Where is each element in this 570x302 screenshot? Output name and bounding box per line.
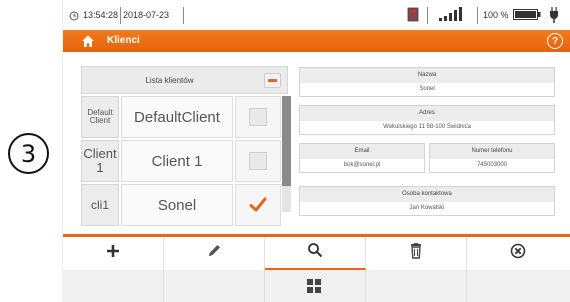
bottom-bar-cell [164,270,265,302]
battery-percent: 100 % [483,10,509,20]
select-cell[interactable] [235,140,281,182]
phone-label: Numer telefonu [430,144,554,159]
scrollbar-thumb[interactable] [282,96,291,186]
email-field[interactable]: Email bok@sonel.pl [299,143,425,173]
device-screen: 13:54:28 2018-07-23 100 % Klienci ? List… [62,0,570,302]
client-name: Client 1 [121,140,233,182]
phone-field[interactable]: Numer telefonu 745003000 [429,143,555,173]
bottom-bar-cell [366,270,467,302]
status-separator [477,7,478,24]
memory-icon [407,7,419,24]
client-name: Sonel [121,184,233,226]
list-item[interactable]: Default Client DefaultClient [81,96,281,140]
address-field[interactable]: Adres Wokulskiego 11 58-100 Świdnica [299,105,555,135]
status-bar: 13:54:28 2018-07-23 100 % [63,0,570,30]
select-cell[interactable] [235,96,281,138]
step-number-badge: 3 [8,133,49,174]
client-short-name: cli1 [81,184,119,226]
status-date: 2018-07-23 [123,10,170,20]
status-time: 13:54:28 [83,10,119,20]
help-icon[interactable]: ? [547,33,563,49]
client-checkbox[interactable] [249,108,267,126]
signal-strength-icon [439,7,469,24]
close-button[interactable] [467,237,568,270]
client-short-name: Client 1 [81,140,119,182]
client-list-title: Lista klientów [145,76,194,85]
contact-label: Osoba kontaktowa [300,187,554,202]
client-manager-content: Lista klientów Default Client DefaultCli… [63,52,570,234]
client-list-header: Lista klientów [81,66,288,94]
select-cell[interactable] [235,184,281,226]
status-separator [120,7,121,24]
name-field[interactable]: Nazwa Sonel [299,67,555,97]
list-item[interactable]: cli1 Sonel [81,184,281,228]
add-button[interactable] [63,237,164,270]
list-item[interactable]: Client 1 Client 1 [81,140,281,184]
edit-icon [206,243,222,264]
address-label: Adres [300,106,554,121]
address-value: Wokulskiego 11 58-100 Świdnica [383,124,471,130]
bottom-bar-cell [63,270,164,302]
collapse-button[interactable] [264,73,281,88]
home-icon[interactable] [81,34,95,48]
name-value: Sonel [419,86,435,92]
list-scrollbar[interactable] [282,96,291,212]
email-label: Email [300,144,424,159]
power-plug-icon [549,7,559,25]
phone-value: 745003000 [476,162,508,168]
close-icon [510,243,526,264]
client-short-name: Default Client [81,96,119,138]
email-value: bok@sonel.pl [343,162,381,168]
name-label: Nazwa [300,68,554,83]
edit-button[interactable] [164,237,265,270]
delete-button[interactable] [366,237,467,270]
search-icon [307,242,323,263]
clock-icon [69,10,79,22]
main-menu-icon[interactable] [307,279,321,293]
add-icon [105,243,121,264]
checkmark-icon[interactable] [249,196,267,214]
page-title: Klienci [107,35,140,46]
bottom-bar [63,270,570,302]
status-separator [183,7,184,24]
status-separator [427,7,428,24]
action-toolbar [63,234,570,270]
delete-icon [409,243,423,264]
title-bar: Klienci ? [63,30,570,52]
client-name: DefaultClient [121,96,233,138]
client-checkbox[interactable] [249,152,267,170]
battery-icon [513,9,541,22]
contact-field[interactable]: Osoba kontaktowa Jan Kowalski [299,186,555,216]
contact-value: Jan Kowalski [409,205,445,211]
search-button[interactable] [265,237,366,270]
